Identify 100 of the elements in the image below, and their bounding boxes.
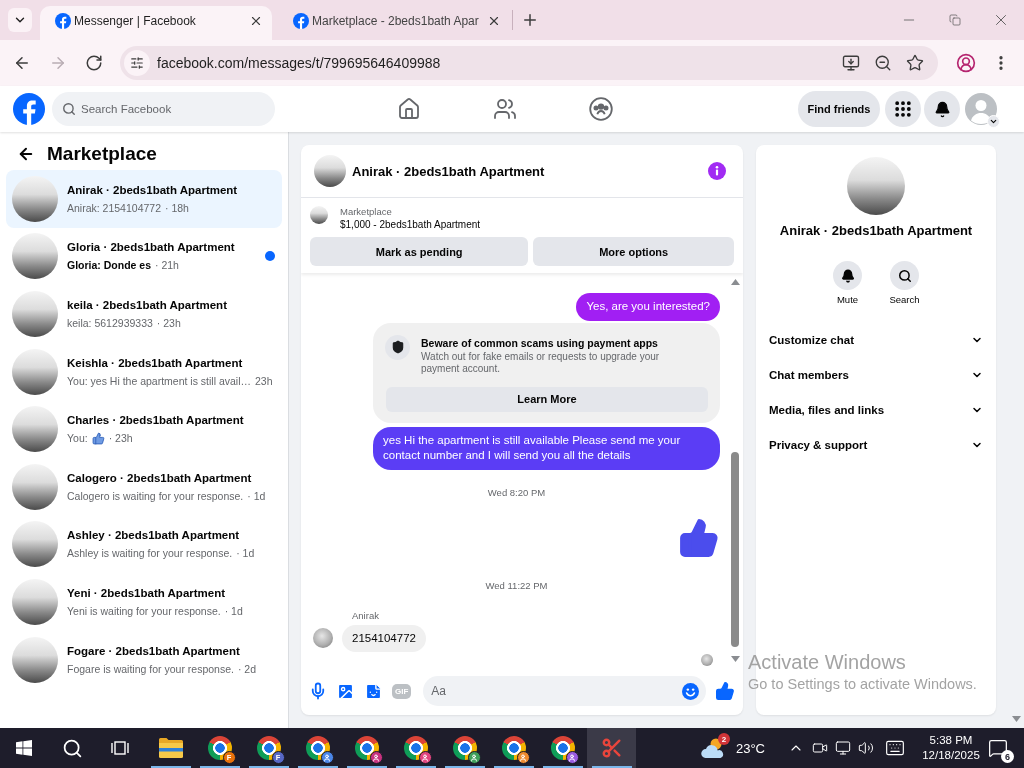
friends-icon[interactable] <box>493 97 517 121</box>
volume-icon[interactable] <box>858 740 874 756</box>
new-tab-icon[interactable] <box>521 11 539 29</box>
browser-tab[interactable]: Messenger | Facebook <box>40 6 272 40</box>
action-label: Search <box>889 294 920 306</box>
conversation-item[interactable]: Fogare · 2beds1bath Apartment Fogare is waiting for your response. · 2d <box>6 630 282 689</box>
grid-icon[interactable] <box>893 99 913 119</box>
photo-placeholder <box>12 406 58 453</box>
notification-icon[interactable] <box>988 738 1008 758</box>
folder-icon[interactable] <box>158 738 183 758</box>
scroll-up-icon[interactable] <box>730 279 740 285</box>
seen-avatar <box>701 654 713 666</box>
message-time: · 1d <box>224 603 243 618</box>
section-toggle[interactable]: Media, files and links <box>756 392 996 427</box>
home-icon[interactable] <box>397 97 421 121</box>
notice-title: Beware of common scams using payment apps <box>421 335 659 351</box>
weather-badge: 2 <box>717 733 730 745</box>
conversation-title: Keishla · 2beds1bath Apartment <box>67 355 244 371</box>
thumbs-up-icon <box>91 431 105 445</box>
conversation-item[interactable]: Anirak · 2beds1bath Apartment Anirak: 2154104772 · 18h <box>6 170 282 228</box>
conversation-item[interactable]: keila · 2beds1bath Apartment keila: 5612939333 · 23h <box>6 285 282 343</box>
browser-tab[interactable]: Marketplace - 2beds1bath Apar <box>278 6 510 40</box>
search-icon <box>62 102 76 116</box>
weather-icon[interactable] <box>700 737 725 759</box>
notifications-button[interactable] <box>924 91 960 127</box>
message-time: · 23h <box>156 316 181 330</box>
scroll-down-icon[interactable] <box>1012 716 1021 722</box>
section-toggle[interactable]: Privacy & support <box>756 427 996 462</box>
groups-icon[interactable] <box>589 97 613 121</box>
profile-icon[interactable] <box>956 53 976 73</box>
action-label: Mute <box>836 294 859 306</box>
message-preview: Fogare is waiting for your response. <box>67 661 234 676</box>
message-time: · 18h <box>165 200 189 215</box>
clock-date[interactable]: 12/18/2025 <box>922 748 980 763</box>
windows-logo-icon[interactable] <box>16 740 32 756</box>
section-toggle[interactable]: Customize chat <box>756 322 996 357</box>
monitor-icon[interactable] <box>835 740 851 756</box>
scroll-down-icon[interactable] <box>730 656 740 662</box>
message-bubble: 2154104772 <box>342 624 426 652</box>
learn-more-button[interactable]: Learn More <box>386 386 708 412</box>
bell-icon[interactable] <box>933 100 951 118</box>
tab-search-button[interactable] <box>8 8 32 32</box>
search-icon[interactable] <box>61 737 83 759</box>
temperature[interactable]: 23°C <box>735 740 765 756</box>
task-view-icon[interactable] <box>111 740 129 756</box>
install-icon[interactable] <box>842 54 860 72</box>
conversation-item[interactable]: Keishla · 2beds1bath Apartment You: yes Hi the apartment is still avail… 23h <box>6 342 282 401</box>
chevron-down-icon[interactable] <box>987 115 1000 128</box>
avatar <box>313 628 333 649</box>
thumbs-up-icon[interactable] <box>715 681 735 701</box>
conversation-item[interactable]: Calogero · 2beds1bath Apartment Calogero is waiting for your response. · 1d <box>6 457 282 516</box>
bookmark-star-icon[interactable] <box>906 54 924 72</box>
photo-placeholder <box>12 463 58 510</box>
reload-icon[interactable] <box>85 54 103 72</box>
conversation-item[interactable]: Ashley · 2beds1bath Apartment Ashley is waiting for your response. · 1d <box>6 515 282 574</box>
keyboard-icon[interactable] <box>885 738 905 758</box>
activation-title: Activate Windows <box>748 651 907 673</box>
conversation-title: Calogero · 2beds1bath Apartment <box>67 470 253 486</box>
close-icon[interactable] <box>487 14 501 28</box>
facebook-logo-icon <box>293 13 309 29</box>
message-preview: Gloria: Donde es <box>67 258 151 273</box>
message-bubble: Yes, are you interested? <box>576 293 720 321</box>
message-preview: Calogero is waiting for your response. <box>67 488 244 503</box>
bell-icon[interactable] <box>840 268 855 283</box>
close-icon[interactable] <box>249 14 263 28</box>
video-camera-icon[interactable] <box>812 740 828 756</box>
message-field[interactable]: Aa <box>423 676 706 706</box>
scissors-icon[interactable] <box>600 737 623 759</box>
sticker-icon[interactable] <box>364 681 383 701</box>
message-bubble: yes Hi the apartment is still available Please send me your contact number and I will send you all the details <box>373 426 720 470</box>
zoom-out-icon[interactable] <box>874 54 892 72</box>
find-friends-button[interactable]: Find friends <box>798 91 880 127</box>
menu-button[interactable] <box>885 91 921 127</box>
photo-placeholder <box>847 157 905 215</box>
section-toggle[interactable]: Chat members <box>756 357 996 392</box>
conversation-item[interactable]: Gloria · 2beds1bath Apartment Gloria: Donde es · 21h <box>6 227 282 286</box>
conversation-item[interactable]: Charles · 2beds1bath Apartment You: · 23h <box>6 400 282 458</box>
conversation-item[interactable]: Yeni · 2beds1bath Apartment Yeni is waiting for your response. · 1d <box>6 573 282 631</box>
listing-action-button[interactable]: More options <box>533 237 734 266</box>
scrollbar-thumb[interactable] <box>731 452 739 647</box>
message-preview: keila: 5612939333 <box>67 316 153 330</box>
address-field[interactable]: facebook.com/messages/t/799695646409988 <box>120 46 938 80</box>
message-time: 23h <box>255 373 273 388</box>
site-info-icon[interactable] <box>124 50 150 76</box>
microphone-icon[interactable] <box>309 682 327 700</box>
search-icon[interactable] <box>897 268 912 283</box>
message-preview: Ashley is waiting for your response. <box>67 546 233 561</box>
emoji-icon[interactable] <box>682 682 699 700</box>
search-field[interactable]: Search Facebook <box>52 92 275 126</box>
clock-time[interactable]: 5:38 PM <box>929 733 973 748</box>
photo-placeholder <box>310 206 328 224</box>
photo-placeholder <box>12 233 58 280</box>
sidebar-title: Marketplace <box>47 143 157 165</box>
listing-action-button[interactable]: Mark as pending <box>310 237 529 266</box>
search-button[interactable] <box>890 261 919 290</box>
photo-placeholder <box>12 636 58 683</box>
mute-button[interactable] <box>833 261 862 290</box>
info-icon[interactable] <box>708 162 726 180</box>
conversation-title: Fogare · 2beds1bath Apartment <box>67 643 241 659</box>
facebook-logo-icon[interactable] <box>13 93 45 125</box>
